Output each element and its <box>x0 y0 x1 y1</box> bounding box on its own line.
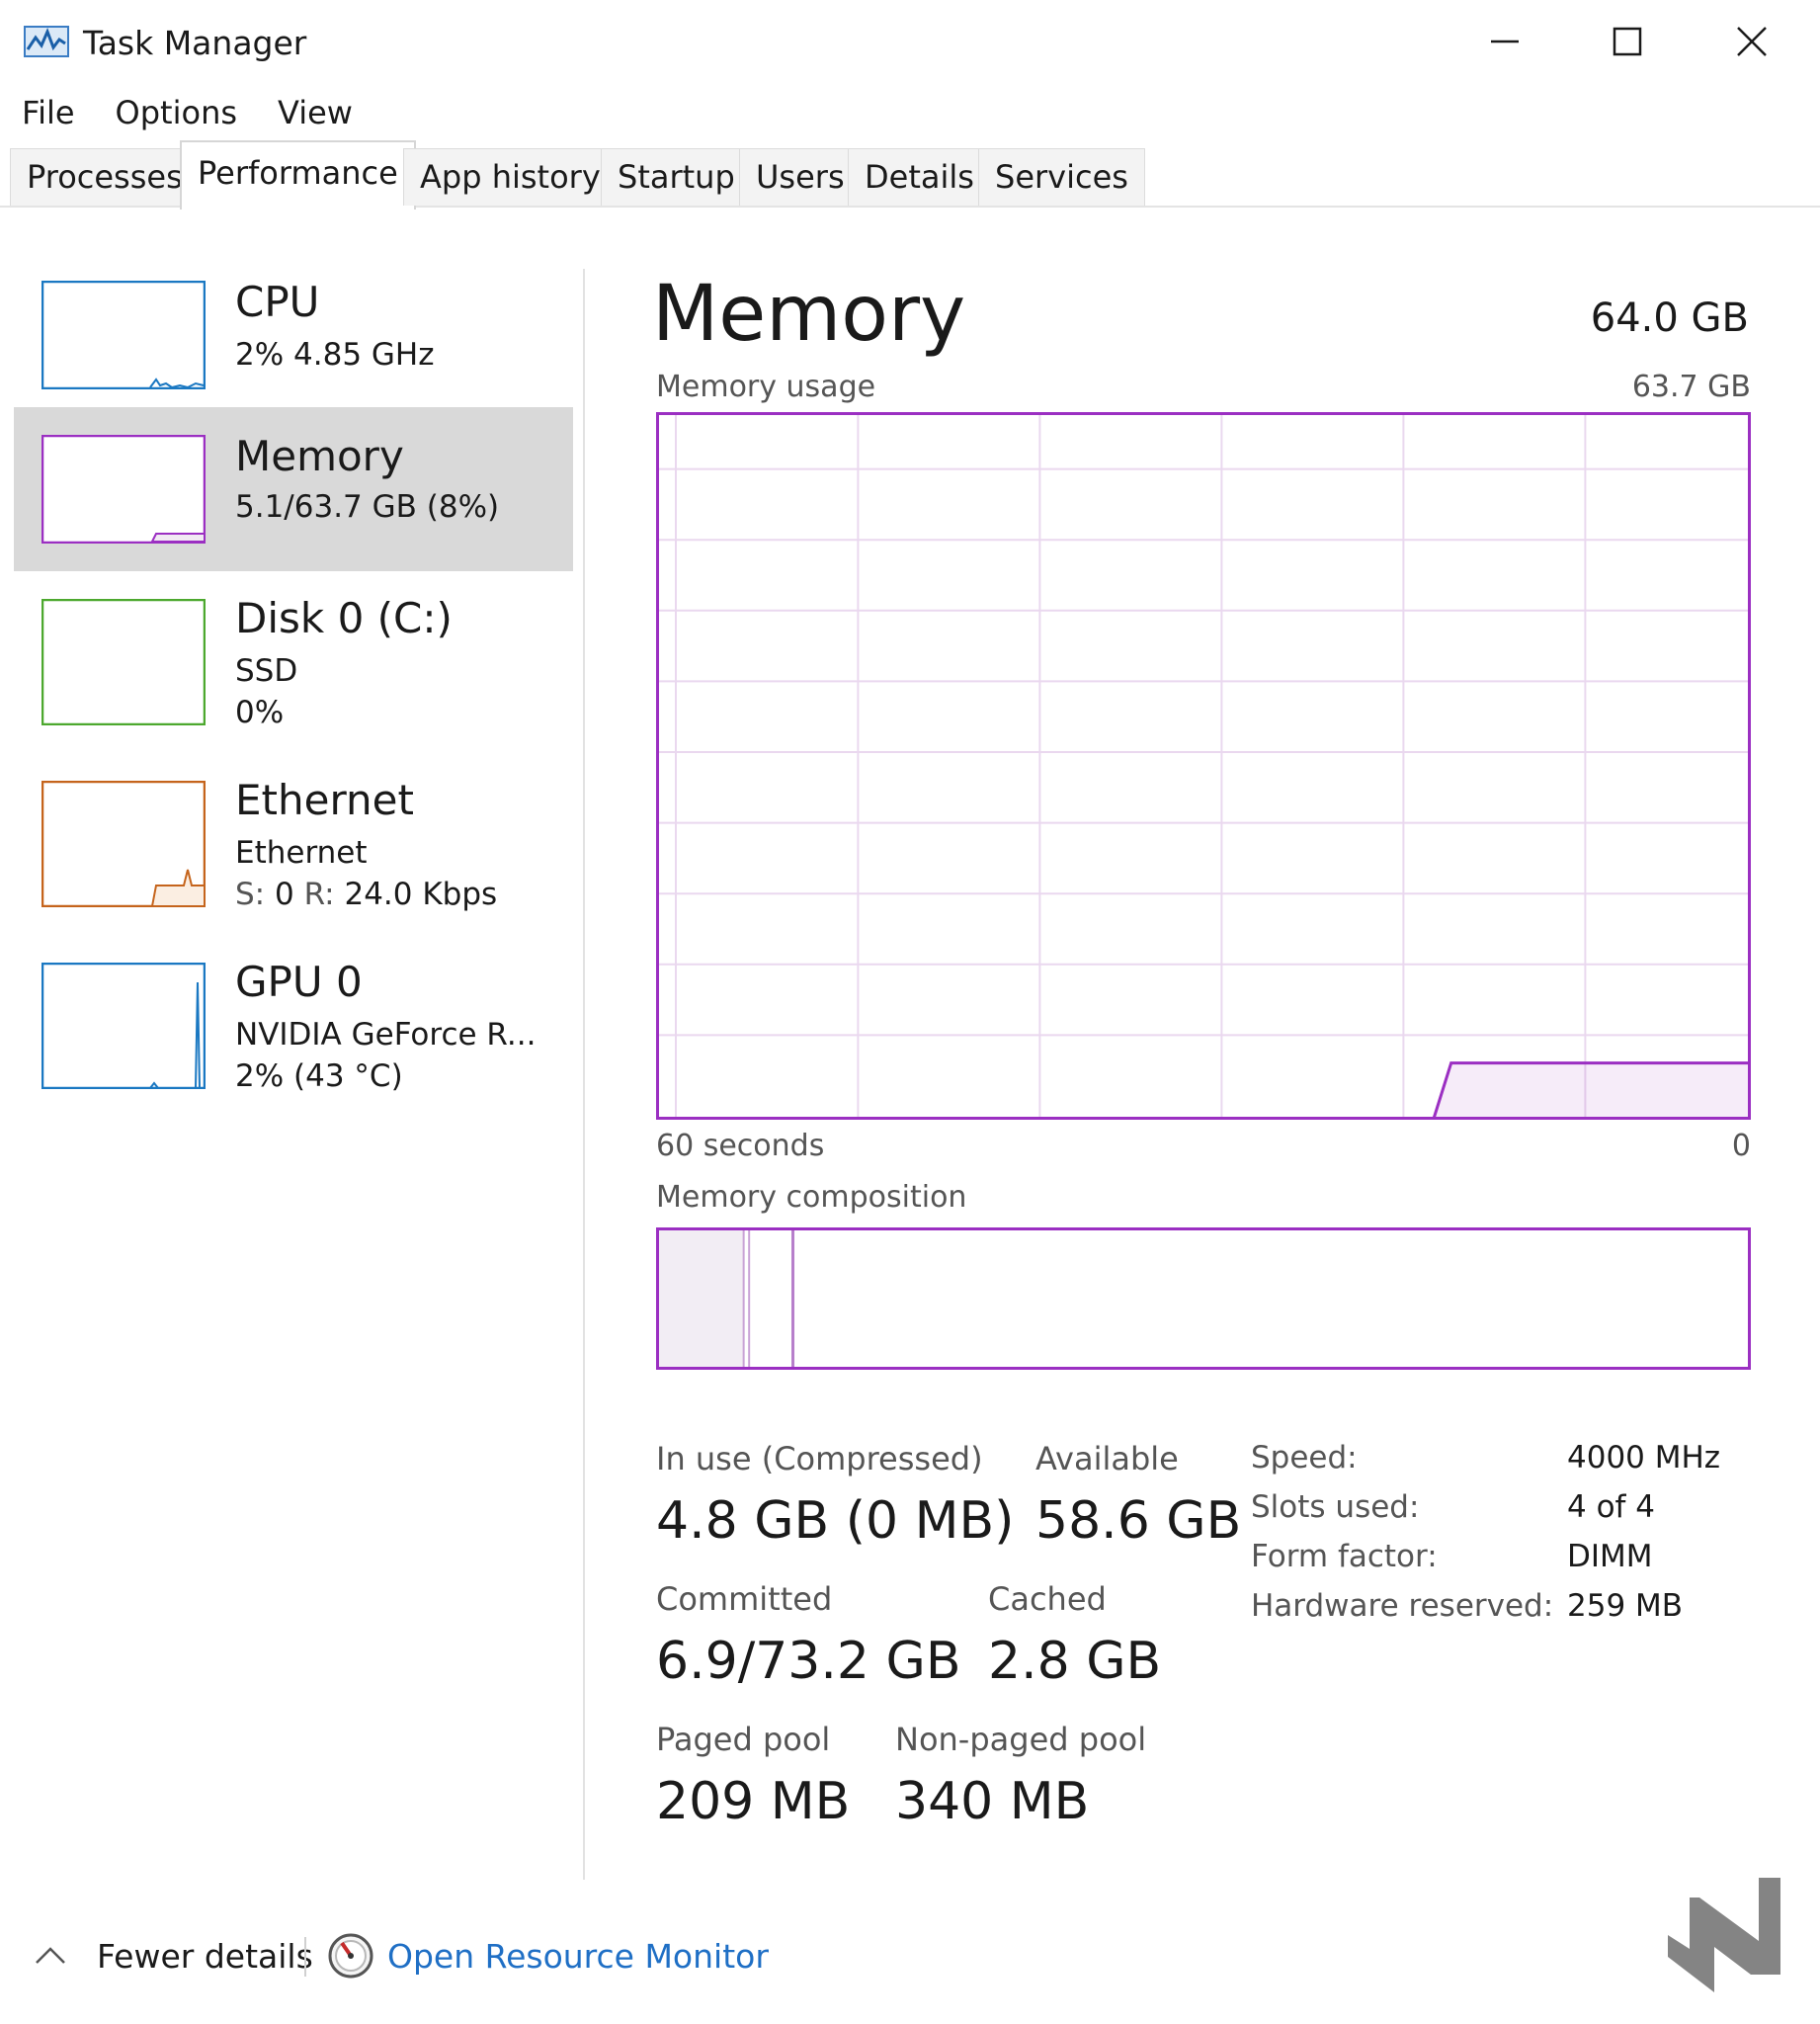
gpu-title: GPU 0 <box>235 958 363 1006</box>
ethernet-thumbnail <box>41 781 206 907</box>
pane-divider <box>583 269 585 1880</box>
memory-usage-area <box>1432 1061 1751 1120</box>
speed-label: Speed: <box>1251 1440 1358 1476</box>
menu-view[interactable]: View <box>256 87 372 138</box>
usage-graph-max: 63.7 GB <box>1631 370 1751 404</box>
chevron-up-icon[interactable] <box>34 1943 67 1967</box>
menu-file[interactable]: File <box>0 87 94 138</box>
ethernet-throughput: S: 0 R: 24.0 Kbps <box>235 874 497 915</box>
tab-startup[interactable]: Startup <box>601 148 752 206</box>
hardware-reserved-value: 259 MB <box>1567 1588 1684 1624</box>
footer-bar: Fewer details Open Resource Monitor <box>0 1917 1820 1996</box>
close-button[interactable] <box>1707 14 1796 69</box>
gpu-model: NVIDIA GeForce R... <box>235 1017 537 1053</box>
sidebar-item-disk[interactable]: Disk 0 (C:) SSD 0% <box>14 581 573 745</box>
sidebar-item-cpu[interactable]: CPU 2% 4.85 GHz <box>14 265 573 429</box>
tab-processes[interactable]: Processes <box>10 148 200 206</box>
non-paged-pool-value: 340 MB <box>895 1772 1090 1831</box>
menu-options[interactable]: Options <box>94 87 256 138</box>
disk-type: SSD <box>235 653 298 689</box>
cached-label: Cached <box>988 1580 1107 1618</box>
in-use-label: In use (Compressed) <box>656 1440 983 1477</box>
committed-label: Committed <box>656 1580 833 1618</box>
sidebar-item-ethernet[interactable]: Ethernet Ethernet S: 0 R: 24.0 Kbps <box>14 763 573 927</box>
usage-graph-label: Memory usage <box>656 370 876 404</box>
cpu-title: CPU <box>235 278 320 326</box>
memory-title: Memory <box>235 432 404 480</box>
resource-monitor-icon <box>328 1933 373 1979</box>
close-icon <box>1737 27 1767 56</box>
composition-in-use <box>656 1227 744 1370</box>
memory-composition-bar <box>656 1227 1751 1370</box>
available-value: 58.6 GB <box>1035 1491 1242 1551</box>
non-paged-pool-label: Non-paged pool <box>895 1721 1147 1758</box>
memory-total: 64.0 GB <box>1590 295 1749 341</box>
tab-strip: Processes Performance App history Startu… <box>0 140 1820 210</box>
memory-usage-graph <box>656 412 1751 1120</box>
sidebar-item-gpu[interactable]: GPU 0 NVIDIA GeForce R... 2% (43 °C) <box>14 945 573 1109</box>
window-title: Task Manager <box>83 24 307 62</box>
composition-label: Memory composition <box>656 1180 967 1215</box>
page-title: Memory <box>652 270 966 359</box>
available-label: Available <box>1035 1440 1179 1477</box>
slots-used-value: 4 of 4 <box>1567 1489 1656 1525</box>
paged-pool-label: Paged pool <box>656 1721 831 1758</box>
ethernet-title: Ethernet <box>235 776 414 824</box>
fewer-details-button[interactable]: Fewer details <box>97 1917 313 1996</box>
committed-value: 6.9/73.2 GB <box>656 1632 961 1691</box>
sidebar-item-memory[interactable]: Memory 5.1/63.7 GB (8%) <box>14 407 573 571</box>
ethernet-adapter: Ethernet <box>235 835 368 871</box>
disk-title: Disk 0 (C:) <box>235 594 453 642</box>
receive-label: R: <box>303 877 335 912</box>
send-label: S: <box>235 877 266 912</box>
form-factor-label: Form factor: <box>1251 1539 1438 1574</box>
minimize-icon <box>1491 40 1519 43</box>
time-axis-start: 60 seconds <box>656 1129 825 1163</box>
form-factor-value: DIMM <box>1567 1539 1653 1574</box>
menu-bar: File Options View <box>0 87 372 138</box>
maximize-button[interactable] <box>1583 14 1672 69</box>
slots-used-label: Slots used: <box>1251 1489 1420 1525</box>
cpu-thumbnail <box>41 281 206 389</box>
footer-divider <box>304 1937 306 1977</box>
maximize-icon <box>1613 27 1642 56</box>
disk-thumbnail <box>41 599 206 725</box>
cpu-summary: 2% 4.85 GHz <box>235 337 435 373</box>
tab-users[interactable]: Users <box>739 148 862 206</box>
watermark-logo-icon <box>1668 1878 1780 1992</box>
gpu-usage: 2% (43 °C) <box>235 1058 403 1094</box>
send-value: 0 <box>274 877 294 912</box>
in-use-value: 4.8 GB (0 MB) <box>656 1491 1015 1551</box>
task-manager-icon <box>24 26 69 57</box>
tab-performance[interactable]: Performance <box>180 140 416 210</box>
hardware-reserved-label: Hardware reserved: <box>1251 1588 1554 1624</box>
disk-usage: 0% <box>235 695 285 730</box>
tab-services[interactable]: Services <box>978 148 1145 206</box>
title-bar: Task Manager <box>0 0 1820 83</box>
memory-summary: 5.1/63.7 GB (8%) <box>235 489 500 525</box>
gpu-thumbnail <box>41 963 206 1089</box>
resource-list: CPU 2% 4.85 GHz Memory 5.1/63.7 GB (8%) … <box>0 210 583 1880</box>
minimize-button[interactable] <box>1460 14 1549 69</box>
paged-pool-value: 209 MB <box>656 1772 851 1831</box>
cached-value: 2.8 GB <box>988 1632 1162 1691</box>
receive-value: 24.0 Kbps <box>344 877 498 912</box>
usage-graph-background <box>656 412 1751 1120</box>
tab-app-history[interactable]: App history <box>403 148 618 206</box>
memory-thumbnail <box>41 435 206 544</box>
speed-value: 4000 MHz <box>1567 1440 1721 1476</box>
time-axis-end: 0 <box>1731 1129 1751 1163</box>
tab-details[interactable]: Details <box>848 148 991 206</box>
composition-background <box>656 1227 1751 1370</box>
open-resource-monitor-link[interactable]: Open Resource Monitor <box>387 1917 769 1996</box>
